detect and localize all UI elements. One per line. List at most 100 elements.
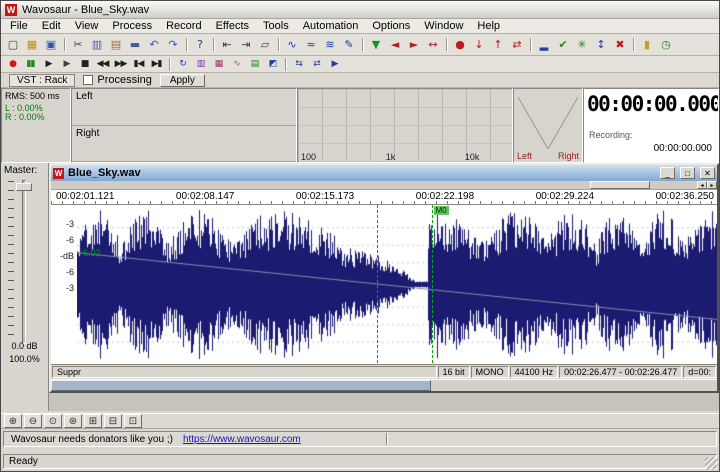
db-scale-label: -6	[65, 235, 74, 245]
overview-scroll-right-arrow[interactable]: ▸	[707, 181, 717, 189]
wave-view-icon[interactable]: ∿	[283, 36, 301, 53]
vst-rack-button[interactable]: VST : Rack	[9, 73, 76, 87]
arrow-down-icon[interactable]: ↓	[470, 36, 488, 53]
paste-icon[interactable]: ▤	[107, 36, 125, 53]
menu-item-options[interactable]: Options	[365, 19, 417, 33]
zoom-all-icon[interactable]: ⊛	[64, 414, 82, 428]
rewind-icon[interactable]: ◀◀	[94, 57, 111, 71]
horizontal-scrollbar[interactable]	[51, 379, 717, 391]
play-from-cursor-icon[interactable]: ▶	[58, 57, 75, 71]
sonogram-icon[interactable]: ▦	[210, 57, 227, 71]
menu-item-tools[interactable]: Tools	[256, 19, 296, 33]
zoom-in-icon[interactable]: ⊕	[4, 414, 22, 428]
lock-icon[interactable]: ▮	[638, 36, 656, 53]
copy-icon[interactable]: ▥	[88, 36, 106, 53]
arrow-up-icon[interactable]: ↑	[489, 36, 507, 53]
marker-line-m0[interactable]	[431, 205, 433, 364]
resize-grip[interactable]	[705, 457, 718, 470]
document-title-bar[interactable]: W Blue_Sky.wav _ □ ✕	[51, 165, 717, 181]
document-maximize-button[interactable]: □	[680, 167, 695, 179]
overview-scroll-left-arrow[interactable]: ◂	[697, 181, 707, 189]
new-file-icon[interactable]: ▢	[4, 36, 22, 53]
spectrum-analyzer-icon[interactable]: ▥	[192, 57, 209, 71]
marker-line[interactable]	[376, 205, 378, 364]
menu-item-file[interactable]: File	[3, 19, 35, 33]
goto-end-icon[interactable]: ⇥	[237, 36, 255, 53]
spectrum-tick-100: 100	[301, 152, 317, 162]
play-selection-icon[interactable]: ▶	[326, 57, 343, 71]
zoom-vertical-out-icon[interactable]: ⊟	[104, 414, 122, 428]
waveform-area[interactable]: -3 -6 -dB -6 -3 -6.02 M0	[51, 205, 717, 364]
zoom-vertical-in-icon[interactable]: ⊞	[84, 414, 102, 428]
shuttle-back-icon[interactable]: ⇆	[290, 57, 307, 71]
master-slider-thumb[interactable]	[16, 183, 32, 191]
menu-item-record[interactable]: Record	[159, 19, 208, 33]
shuttle-fwd-icon[interactable]: ⇄	[308, 57, 325, 71]
overview-scrollbar[interactable]: ◂ ▸	[51, 181, 717, 190]
swap-channels-icon[interactable]: ⇄	[508, 36, 526, 53]
delete-icon[interactable]: ✖	[611, 36, 629, 53]
go-end-icon[interactable]: ▶▮	[148, 57, 165, 71]
menu-item-edit[interactable]: Edit	[35, 19, 68, 33]
marker-prev-icon[interactable]: ◄	[386, 36, 404, 53]
menu-item-window[interactable]: Window	[417, 19, 470, 33]
ruler-timestamp-00-02-29-224: 00:02:29.224	[535, 191, 595, 202]
document-close-button[interactable]: ✕	[700, 167, 715, 179]
help-icon[interactable]: ?	[191, 36, 209, 53]
time-ruler[interactable]: 00:02:01.121 00:02:08.147 00:02:15.173 00:0…	[51, 190, 717, 205]
menu-item-effects[interactable]: Effects	[209, 19, 256, 33]
menu-item-help[interactable]: Help	[470, 19, 507, 33]
processing-checkbox-group[interactable]: Processing	[83, 74, 152, 86]
master-slider-track[interactable]	[22, 180, 26, 344]
resize-icon[interactable]: ↕	[592, 36, 610, 53]
toolbar-separator	[213, 38, 214, 51]
loop-icon[interactable]: ↻	[174, 57, 191, 71]
horizontal-scrollbar-thumb[interactable]	[51, 380, 431, 391]
apply-button[interactable]: Apply	[159, 73, 205, 87]
check-icon[interactable]: ✔	[554, 36, 572, 53]
loop-points-icon[interactable]: ↔	[424, 36, 442, 53]
cut-icon[interactable]: ✂	[69, 36, 87, 53]
record-arm-icon[interactable]: ●	[451, 36, 469, 53]
marker-m0-tag[interactable]: M0	[433, 206, 449, 215]
select-all-icon[interactable]: ▱	[256, 36, 274, 53]
snap-icon[interactable]: ✳	[573, 36, 591, 53]
app-window: W Wavosaur - Blue_Sky.wav File Edit View Pr…	[0, 0, 720, 472]
save-icon[interactable]: ▣	[42, 36, 60, 53]
wave-draw-icon[interactable]: ✎	[340, 36, 358, 53]
zoom-out-icon[interactable]: ⊖	[24, 414, 42, 428]
document-minimize-button[interactable]: _	[660, 167, 675, 179]
undo-icon[interactable]: ↶	[145, 36, 163, 53]
vu-meter-icon[interactable]: ▤	[246, 57, 263, 71]
oscilloscope-icon[interactable]: ∿	[228, 57, 245, 71]
wave-edit-icon[interactable]: ≋	[321, 36, 339, 53]
insert-silence-icon[interactable]: ▂	[535, 36, 553, 53]
menu-item-automation[interactable]: Automation	[296, 19, 366, 33]
marker-add-icon[interactable]: ▼	[367, 36, 385, 53]
play-icon[interactable]: ▶	[40, 57, 57, 71]
menu-item-view[interactable]: View	[68, 19, 106, 33]
overview-scrollbar-thumb[interactable]	[590, 181, 651, 189]
goto-start-icon[interactable]: ⇤	[218, 36, 236, 53]
menu-bar: File Edit View Process Record Effects Tools Aut…	[1, 19, 719, 34]
stop-icon[interactable]: ■	[76, 57, 93, 71]
open-file-icon[interactable]: ▦	[23, 36, 41, 53]
title-bar[interactable]: W Wavosaur - Blue_Sky.wav	[1, 1, 719, 19]
waveform-canvas[interactable]	[77, 205, 717, 364]
zoom-selection-icon[interactable]: ⊙	[44, 414, 62, 428]
wave-stats-icon[interactable]: ≈	[302, 36, 320, 53]
record-icon[interactable]: ●	[4, 57, 21, 71]
timer-icon[interactable]: ◷	[657, 36, 675, 53]
zoom-snap-icon[interactable]: ⊡	[124, 414, 142, 428]
processing-checkbox[interactable]	[83, 75, 94, 85]
pause-icon[interactable]: ▮▮	[22, 57, 39, 71]
monitor-icon[interactable]: ◩	[264, 57, 281, 71]
marker-next-icon[interactable]: ►	[405, 36, 423, 53]
redo-icon[interactable]: ↷	[164, 36, 182, 53]
waveform-plot[interactable]: -6.02 M0	[77, 205, 717, 364]
trim-icon[interactable]: ▬	[126, 36, 144, 53]
forward-icon[interactable]: ▶▶	[112, 57, 129, 71]
go-start-icon[interactable]: ▮◀	[130, 57, 147, 71]
menu-item-process[interactable]: Process	[105, 19, 159, 33]
wavosaur-website-link[interactable]: https://www.wavosaur.com	[183, 434, 301, 445]
